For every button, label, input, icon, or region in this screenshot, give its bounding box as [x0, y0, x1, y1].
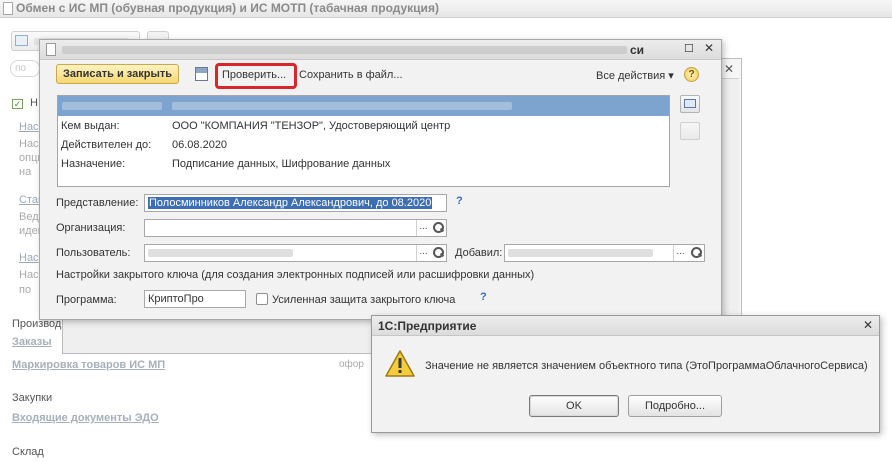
check-button-highlight — [215, 63, 297, 89]
enhanced-protection-label: Усиленная защита закрытого ключа — [272, 294, 456, 306]
user-label: Пользователь: — [56, 247, 131, 259]
certificate-icon — [684, 99, 696, 108]
background-text-6: Нас — [19, 269, 39, 281]
background-link-1[interactable]: Нас — [19, 121, 39, 133]
disabled-side-button[interactable] — [680, 122, 700, 140]
enhanced-protection-checkbox[interactable] — [256, 293, 268, 305]
link-orders[interactable]: Заказы — [12, 336, 52, 348]
save-and-close-button[interactable]: Записать и закрыть — [56, 64, 180, 84]
user-field[interactable]: ... — [144, 244, 447, 262]
added-by-label: Добавил: — [455, 247, 503, 259]
details-button[interactable]: Подробно... — [628, 395, 722, 417]
error-message-box: 1С:Предприятие ✕ Значение не является зн… — [371, 315, 880, 433]
organization-select-button[interactable]: ... — [416, 220, 430, 236]
user-search-icon[interactable] — [431, 245, 445, 261]
representation-label: Представление: — [56, 197, 139, 209]
background-link-3[interactable]: Нас — [19, 252, 39, 264]
expand-chevron-icon[interactable]: ✓ — [12, 99, 23, 109]
open-icon — [15, 35, 28, 46]
document-icon — [3, 2, 13, 15]
background-text-3: на — [19, 166, 32, 178]
all-actions-menu[interactable]: Все действия ▾ — [596, 69, 674, 82]
save-to-file-button[interactable]: Сохранить в файл... — [299, 69, 403, 81]
warning-icon — [385, 350, 415, 377]
ok-button[interactable]: OK — [529, 395, 619, 417]
message-title: 1С:Предприятие — [378, 319, 477, 333]
purpose-value: Подписание данных, Шифрование данных — [172, 158, 391, 170]
label-purchases: Закупки — [12, 392, 53, 404]
representation-help-icon[interactable]: ? — [456, 195, 463, 207]
link-marking[interactable]: Маркировка товаров ИС МП — [12, 359, 165, 371]
background-window-title: Обмен с ИС МП (обувная продукция) и ИС М… — [16, 1, 439, 15]
dialog-titlebar: си ☐ ✕ — [40, 40, 721, 60]
added-by-search-icon[interactable] — [689, 245, 703, 261]
added-by-field[interactable]: ... — [504, 244, 705, 262]
section-title: Н — [30, 97, 38, 109]
message-text: Значение не является значением объектног… — [425, 360, 868, 372]
background-text-1: Нас — [19, 138, 39, 150]
document-icon — [46, 43, 56, 56]
certificate-dialog: си ☐ ✕ Записать и закрыть Проверить... С… — [39, 39, 722, 320]
program-field[interactable]: КриптоПро — [144, 290, 246, 308]
issuer-label: Кем выдан: — [61, 120, 120, 132]
message-close-icon[interactable]: ✕ — [863, 318, 873, 332]
valid-until-value: 06.08.2020 — [172, 139, 228, 151]
dialog-title-redacted — [62, 46, 627, 54]
valid-until-label: Действителен до: — [61, 139, 152, 151]
background-subwindow-close-icon[interactable]: ✕ — [724, 62, 734, 76]
dialog-title-tail: си — [630, 43, 645, 57]
help-icon[interactable]: ? — [684, 67, 699, 82]
background-text-right: офор — [339, 359, 364, 370]
organization-search-icon[interactable] — [431, 220, 445, 236]
key-settings-label: Настройки закрытого ключа (для создания … — [56, 269, 535, 281]
organization-field[interactable]: ... — [144, 219, 447, 237]
message-titlebar: 1С:Предприятие ✕ — [372, 316, 879, 336]
open-certificate-button[interactable] — [680, 95, 700, 113]
organization-label: Организация: — [56, 222, 126, 234]
close-icon[interactable]: ✕ — [704, 41, 714, 55]
label-warehouse: Склад — [12, 446, 44, 458]
search-input[interactable]: по — [10, 60, 40, 77]
certificate-subject-row[interactable] — [58, 96, 669, 116]
save-icon[interactable] — [195, 67, 208, 81]
certificate-info-box: Кем выдан: ООО "КОМПАНИЯ "ТЕНЗОР", Удост… — [57, 95, 670, 187]
enhanced-protection-help-icon[interactable]: ? — [480, 291, 487, 303]
issuer-value: ООО "КОМПАНИЯ "ТЕНЗОР", Удостоверяющий ц… — [172, 120, 451, 132]
representation-field[interactable]: Полосминников Александр Александрович, д… — [144, 194, 447, 212]
program-value: КриптоПро — [148, 293, 204, 305]
purpose-label: Назначение: — [61, 158, 126, 170]
added-by-select-button[interactable]: ... — [673, 245, 687, 261]
background-window-titlebar: Обмен с ИС МП (обувная продукция) и ИС М… — [0, 0, 892, 18]
background-text-7: по — [19, 284, 32, 296]
maximize-icon[interactable]: ☐ — [684, 42, 694, 55]
user-select-button[interactable]: ... — [416, 245, 430, 261]
link-incoming-docs[interactable]: Входящие документы ЭДО — [12, 412, 159, 424]
representation-value: Полосминников Александр Александрович, д… — [148, 197, 433, 209]
program-label: Программа: — [56, 294, 117, 306]
